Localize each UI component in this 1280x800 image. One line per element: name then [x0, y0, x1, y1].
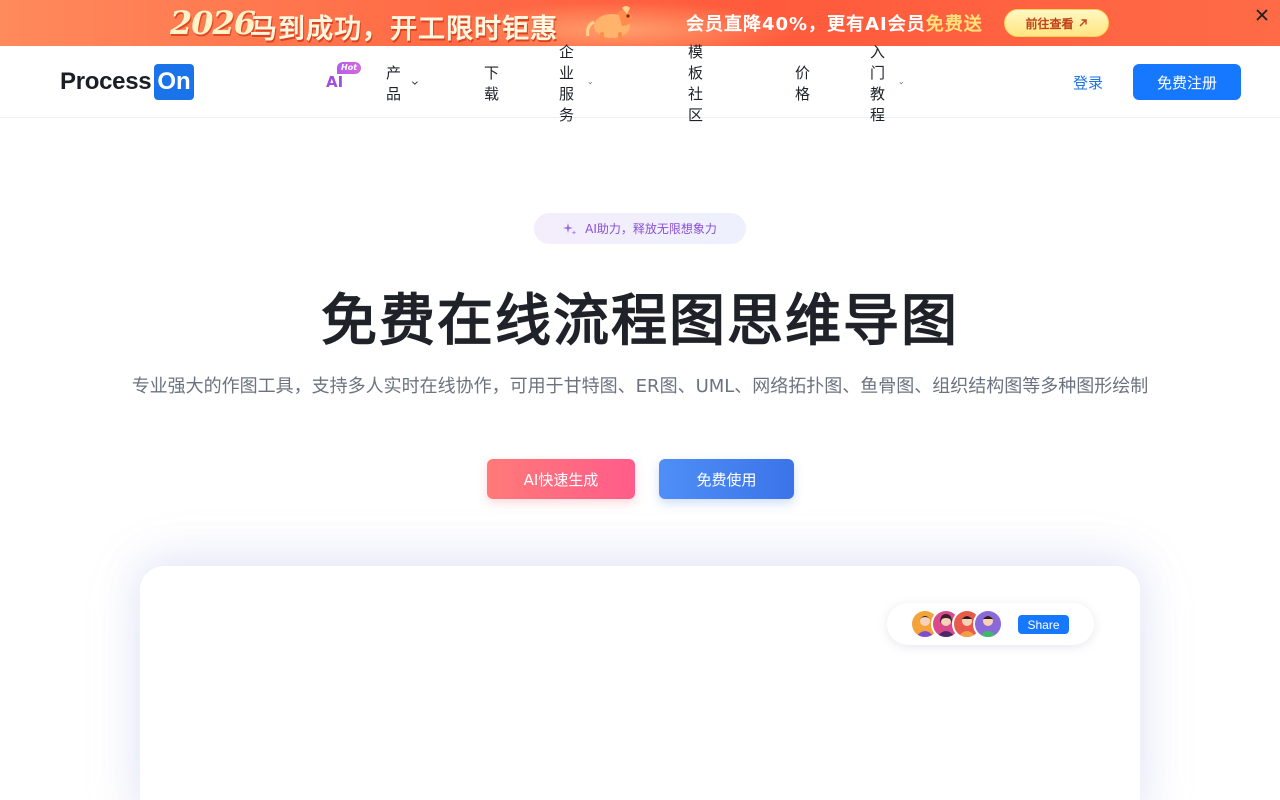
ai-generate-button[interactable]: AI快速生成: [487, 459, 635, 499]
promo-headline: 马到成功，开工限时钜惠: [250, 14, 558, 45]
horse-icon: [586, 6, 632, 42]
share-button[interactable]: Share: [1018, 615, 1069, 634]
processon-logo[interactable]: Process On: [60, 64, 194, 100]
nav-item-product[interactable]: 产品: [386, 64, 419, 103]
login-link[interactable]: 登录: [1073, 72, 1103, 93]
promo-offer-text: 会员直降40%，更有AI会员: [686, 14, 926, 35]
nav-item-label: 产品: [386, 64, 402, 103]
pill-text: AI助力，释放无限想象力: [585, 222, 717, 236]
nav-item-pricing[interactable]: 价格: [795, 64, 810, 103]
nav-item-download[interactable]: 下载: [484, 64, 499, 103]
nav-item-label: 模板社区: [688, 43, 704, 124]
chevron-down-icon: [899, 82, 903, 85]
hero-title: 免费在线流程图思维导图: [321, 289, 959, 354]
promo-cta-button[interactable]: 前往查看: [1004, 9, 1109, 37]
logo-box: On: [154, 64, 194, 100]
arrow-up-right-icon: [1079, 19, 1087, 27]
nav-item-label: 价格: [795, 64, 811, 103]
nav-item-ai[interactable]: AI: [326, 73, 343, 91]
site-header: Process On AI Hot 产品 下载 企业服务 模板社区 价格 入门教…: [0, 43, 1280, 124]
nav-item-templates[interactable]: 模板社区: [688, 43, 703, 124]
promo-cta-label: 前往查看: [1025, 16, 1074, 31]
promo-banner[interactable]: 2026 马到成功，开工限时钜惠 会员直降40%，更有AI会员免费送 前往查看: [0, 0, 1280, 46]
hero-subtitle: 专业强大的作图工具，支持多人实时在线协作，可用于甘特图、ER图、UML、网络拓扑…: [131, 376, 1149, 397]
nav-item-enterprise[interactable]: 企业服务: [559, 43, 592, 124]
hot-badge: Hot: [337, 62, 362, 74]
promo-year: 2026: [170, 4, 256, 42]
chevron-down-icon: [412, 81, 419, 85]
nav-item-tutorial[interactable]: 入门教程: [870, 43, 903, 124]
promo-offer-highlight: 免费送: [925, 14, 983, 35]
logo-text: Process: [60, 68, 152, 95]
close-icon[interactable]: [1254, 7, 1270, 23]
chevron-down-icon: [588, 82, 592, 85]
nav-item-label: 下载: [484, 64, 500, 103]
promo-offer: 会员直降40%，更有AI会员免费送: [686, 10, 983, 36]
signup-button[interactable]: 免费注册: [1133, 64, 1241, 100]
nav-item-label: 企业服务: [559, 43, 575, 124]
ai-feature-pill[interactable]: AI助力，释放无限想象力: [534, 213, 746, 244]
avatar-icon-4: [973, 609, 1003, 639]
nav-item-label: 入门教程: [870, 43, 886, 124]
sparkle-icon: [563, 222, 577, 235]
free-use-button[interactable]: 免费使用: [659, 459, 794, 499]
product-preview-card: [140, 566, 1140, 800]
